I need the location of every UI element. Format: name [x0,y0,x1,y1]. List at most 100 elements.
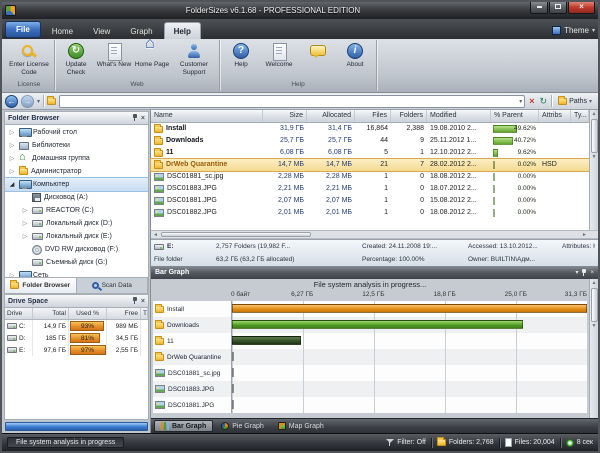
file-row-dsc01881[interactable]: DSC01881.JPG 2,07 МБ 2,07 МБ 1 0 15.08.2… [151,195,589,207]
tab-scan-data[interactable]: Scan Data [77,278,149,293]
status-filter[interactable]: Filter: Off [386,439,426,447]
scroll-left-icon[interactable]: ◄ [153,232,158,238]
tree-item-drive-f[interactable]: DVD RW дисковод (F:) [5,243,148,256]
file-row-dsc01881-sc[interactable]: DSC01881_sc.jpg 2,28 МБ 2,28 МБ 1 0 18.0… [151,171,589,183]
enter-license-code-button[interactable]: Enter License Code [6,40,52,80]
welcome-button[interactable]: Welcome [260,40,298,80]
back-button[interactable]: ← [5,95,18,108]
close-panel-icon[interactable]: × [141,298,145,305]
file-row-downloads[interactable]: Downloads 25,7 ГБ 25,7 ГБ 44 9 25.11.201… [151,135,589,147]
tree-item-drive-d[interactable]: ▷Локальный диск (D:) [5,217,148,230]
column-attribs[interactable]: Attribs [539,110,571,122]
column-drive[interactable]: Drive [5,308,33,319]
file-row-dsc01883[interactable]: DSC01883.JPG 2,21 МБ 2,21 МБ 1 0 18.07.2… [151,183,589,195]
tree-item-drive-g[interactable]: Съемный диск (G:) [5,256,148,269]
file-row-install[interactable]: Install 31,9 ГБ 31,4 ГБ 16,864 2,388 19.… [151,123,589,135]
address-bar[interactable]: ▾ [59,95,525,108]
about-button[interactable]: About [336,40,374,80]
scrollbar-thumb[interactable] [161,232,311,237]
tab-pie-graph[interactable]: Pie Graph [215,421,270,431]
clear-filter-button[interactable]: × [528,96,535,106]
bar-drweb[interactable] [232,352,234,361]
expand-icon[interactable]: ▷ [8,168,16,175]
column-used[interactable]: Used % [69,308,107,319]
tree-item-desktop[interactable]: ▷Рабочий стол [5,126,148,139]
tree-item-drive-c[interactable]: ▷REACTOR (C:) [5,204,148,217]
chevron-down-icon[interactable]: ▾ [575,269,578,276]
file-row-11[interactable]: 11 6,08 ГБ 6,08 ГБ 5 1 12.10.2012 2... 9… [151,147,589,159]
maximize-button[interactable] [549,2,567,14]
expand-icon[interactable]: ▷ [8,142,16,149]
customer-support-button[interactable]: Customer Support [171,40,217,80]
column-free[interactable]: Free [107,308,141,319]
address-dropdown-icon[interactable]: ▾ [519,98,522,105]
scroll-right-icon[interactable]: ► [582,232,587,238]
tree-item-computer[interactable]: ◢Компьютер [5,178,148,191]
history-dropdown-icon[interactable]: ▾ [37,98,40,105]
scrollbar-thumb[interactable] [591,288,598,322]
expand-icon[interactable]: ▷ [8,155,16,162]
bar-dsc01881-sc[interactable] [232,368,234,377]
tab-view[interactable]: View [84,23,119,39]
scroll-up-icon[interactable]: ▲ [592,110,597,119]
forward-button[interactable]: → [21,95,34,108]
drive-row-c[interactable]: C: 14,9 ГБ 93% 989 МБ [5,320,148,332]
column-size[interactable]: Size [263,110,307,122]
scroll-down-icon[interactable]: ▼ [592,153,597,162]
bar-downloads[interactable] [232,320,523,329]
feedback-button[interactable] [298,40,336,80]
column-modified[interactable]: Modified [427,110,491,122]
drive-row-e[interactable]: E: 97,6 ГБ 97% 2,55 ГБ [5,344,148,356]
scrollbar-thumb[interactable] [591,119,598,153]
paths-button[interactable]: Paths ▾ [555,98,595,105]
file-row-dsc01882[interactable]: DSC01882.JPG 2,01 МБ 2,01 МБ 1 0 18.08.2… [151,207,589,219]
refresh-button[interactable]: ↻ [539,96,549,107]
file-row-drweb-quarantine[interactable]: DrWeb Quarantine 14,7 МБ 14,7 МБ 21 7 28… [151,159,589,171]
tree-item-libraries[interactable]: ▷Библиотеки [5,139,148,152]
bar-dsc01883[interactable] [232,384,234,393]
update-check-button[interactable]: Update Check [57,40,95,80]
file-list-scrollbar[interactable]: ▲ ▼ [589,110,598,230]
tree-item-homegroup[interactable]: ▷Домашняя группа [5,152,148,165]
expand-icon[interactable]: ▷ [21,207,29,214]
minimize-button[interactable] [530,2,548,14]
column-total[interactable]: Total [33,308,69,319]
tab-folder-browser[interactable]: Folder Browser [5,278,77,293]
tab-home[interactable]: Home [43,23,82,39]
tab-map-graph[interactable]: Map Graph [272,421,330,431]
tree-item-user[interactable]: ▷Администратор [5,165,148,178]
bar-install[interactable] [232,304,587,313]
drive-row-d[interactable]: D: 185 ГБ 81% 34,5 ГБ [5,332,148,344]
column-percent-parent[interactable]: % Parent [491,110,539,122]
tree-item-network[interactable]: ▷Сеть [5,269,148,278]
close-panel-icon[interactable]: × [590,270,594,276]
pin-icon[interactable] [132,297,138,305]
column-files[interactable]: Files [355,110,391,122]
column-allocated[interactable]: Allocated [307,110,355,122]
bar-11[interactable] [232,336,301,345]
collapse-icon[interactable]: ◢ [8,181,16,188]
theme-selector[interactable]: Theme ▾ [552,26,595,39]
scroll-up-icon[interactable]: ▲ [592,279,597,288]
close-panel-icon[interactable]: × [141,115,145,122]
column-type[interactable]: Ty... [571,110,589,122]
close-button[interactable]: × [568,2,595,14]
home-page-button[interactable]: Home Page [133,40,171,80]
column-folders[interactable]: Folders [391,110,427,122]
graph-scrollbar[interactable]: ▲ ▼ [589,279,598,418]
expand-icon[interactable]: ▷ [8,129,16,136]
bar-dsc01881[interactable] [232,400,234,409]
tab-bar-graph[interactable]: Bar Graph [154,420,213,432]
scroll-down-icon[interactable]: ▼ [592,322,597,331]
expand-icon[interactable]: ▷ [21,233,29,240]
tab-file[interactable]: File [5,21,41,38]
expand-icon[interactable]: ▷ [21,220,29,227]
column-name[interactable]: Name [151,110,263,122]
tree-item-drive-e[interactable]: ▷Локальный диск (E:) [5,230,148,243]
help-button[interactable]: Help [222,40,260,80]
tab-graph[interactable]: Graph [121,23,161,39]
tab-help[interactable]: Help [164,22,201,39]
whats-new-button[interactable]: What's New [95,40,133,80]
pin-icon[interactable] [581,269,587,277]
address-input[interactable] [62,98,517,105]
